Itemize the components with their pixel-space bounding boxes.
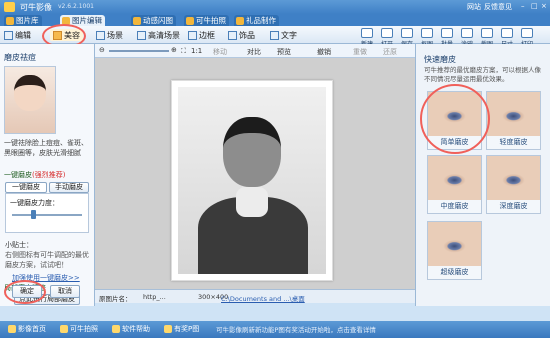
quick-smooth-desc: 可牛推荐的最优磨皮方案，可以根据人像不同情况尽量运用最优效果。 (424, 66, 541, 83)
strength-box: 一键磨皮力度： (5, 193, 89, 233)
canvas-toolbar: ⊖ ⊕ ⛶ 1:1 移动 对比 预览 撤销 重做 还原 (95, 44, 415, 58)
highlight-simple-preset (420, 84, 490, 154)
tool-scene[interactable]: 场景 (96, 29, 123, 41)
tool-frame[interactable]: 边框 (188, 29, 215, 41)
screenshot-icon (481, 28, 493, 38)
tab-gift[interactable]: 礼品制作 (234, 15, 279, 26)
tip-text: 右侧图标有可牛调配的最优磨皮方案，试试吧！ (5, 251, 89, 269)
feedback-link[interactable]: 反馈意见 (484, 2, 512, 12)
home-link[interactable]: 影像首页 (8, 324, 46, 334)
close-button[interactable]: × (541, 2, 547, 10)
panel-title: 磨皮祛痘 (4, 53, 36, 62)
zoom-slider[interactable] (109, 50, 169, 52)
status-bar: 原图片名： http_... 300×400 C:\Documents and … (95, 289, 415, 303)
website-link[interactable]: 网站 (467, 2, 481, 12)
preset-deep[interactable]: 深度磨皮 (486, 155, 541, 214)
cutout-icon (421, 28, 433, 38)
edit-tool-icon (4, 30, 13, 40)
prize-icon (164, 325, 172, 333)
right-panel: 快速磨皮 可牛推荐的最优磨皮方案，可以根据人像不同情况尽量运用最优效果。 简单磨… (415, 44, 550, 306)
app-version: v2.6.2.1001 (58, 3, 94, 10)
tab-animated-gif[interactable]: 动感闪图 (131, 15, 176, 26)
preset-light[interactable]: 轻度磨皮 (486, 91, 541, 150)
section-one-label: 一键磨皮(强烈推荐) (4, 171, 66, 179)
filename-value: http_... (143, 293, 166, 301)
accessory-tool-icon (228, 30, 237, 40)
zoom-in-icon[interactable]: ⊕ (171, 46, 177, 54)
tool-accessory[interactable]: 饰品 (228, 29, 255, 41)
cancel-button[interactable]: 取消 (50, 285, 80, 298)
help-icon (112, 325, 120, 333)
camera-icon (60, 325, 68, 333)
scene-tool-icon (96, 30, 105, 40)
fit-icon[interactable]: ⛶ (181, 47, 186, 56)
preset-super-image (428, 222, 481, 266)
file-path[interactable]: C:\Documents and ...\桌面 (221, 293, 305, 303)
tool-edit[interactable]: 编辑 (4, 29, 31, 41)
gift-icon (236, 16, 244, 25)
strength-slider[interactable] (12, 214, 82, 216)
hd-scene-tool-icon (137, 30, 146, 40)
compare-button[interactable]: 对比 (247, 47, 261, 57)
tab-image-library[interactable]: 图片库 (4, 15, 42, 26)
maximize-button[interactable]: □ (531, 2, 538, 10)
help-link[interactable]: 软件帮助 (112, 324, 150, 334)
gif-icon (133, 16, 141, 25)
one-click-smooth-tab[interactable]: 一键磨皮 (5, 182, 47, 193)
manual-smooth-tab[interactable]: 手动磨皮 (49, 182, 89, 193)
text-tool-icon (270, 30, 279, 40)
prize-link[interactable]: 有奖P图 (164, 324, 199, 334)
preview-button[interactable]: 预览 (277, 47, 291, 57)
doodle-icon (461, 28, 473, 38)
preset-medium-image (428, 156, 481, 200)
move-button[interactable]: 移动 (213, 47, 227, 57)
undo-button[interactable]: 撤销 (317, 47, 331, 57)
redo-button[interactable]: 重做 (353, 47, 367, 57)
tool-hd-scene[interactable]: 高清场景 (137, 29, 180, 41)
batch-icon (441, 28, 453, 38)
strength-label: 一键磨皮力度： (10, 199, 59, 207)
recommend-tag: (强烈推荐) (32, 171, 66, 179)
app-title: 可牛影像 (20, 3, 52, 12)
tab-camera[interactable]: 可牛拍照 (184, 15, 229, 26)
resize-icon (501, 28, 513, 38)
quick-smooth-title: 快速磨皮 (424, 55, 456, 64)
frame-tool-icon (188, 30, 197, 40)
camera-link[interactable]: 可牛拍照 (60, 324, 98, 334)
camera-icon (186, 16, 194, 25)
app-logo-icon (4, 2, 15, 12)
portrait-photo[interactable] (171, 80, 333, 281)
minimize-button[interactable]: – (521, 2, 525, 10)
bottom-bar: 影像首页 可牛拍照 软件帮助 有奖P图 可牛影像刷新新功能P图有奖活动开始啦，点… (0, 321, 550, 338)
zoom-ratio[interactable]: 1:1 (191, 47, 202, 55)
print-icon (521, 28, 533, 38)
restore-button[interactable]: 还原 (383, 47, 397, 57)
tip-title: 小贴士： (5, 241, 33, 249)
new-icon (361, 28, 373, 38)
zoom-out-icon[interactable]: ⊖ (99, 46, 105, 54)
save-icon (401, 28, 413, 38)
left-panel: 磨皮祛痘 一键祛除脸上痘痘、雀斑、黑眼圈等，皮肤光滑细腻 一键磨皮(强烈推荐) … (0, 44, 95, 306)
preset-deep-image (487, 156, 540, 200)
home-icon (8, 325, 16, 333)
main-tabs: 图片库 图片编辑 动感闪图 可牛拍照 礼品制作 (0, 14, 550, 26)
preset-light-image (487, 92, 540, 136)
strength-slider-thumb[interactable] (31, 210, 36, 219)
highlight-ok-button (4, 280, 46, 304)
open-icon (381, 28, 393, 38)
tool-text[interactable]: 文字 (270, 29, 297, 41)
title-bar: 可牛影像 v2.6.2.1001 网站 反馈意见 – □ × (0, 0, 550, 14)
sample-face-image (4, 66, 56, 134)
preset-medium[interactable]: 中度磨皮 (427, 155, 482, 214)
library-icon (6, 16, 14, 25)
feature-description: 一键祛除脸上痘痘、雀斑、黑眼圈等，皮肤光滑细腻 (4, 139, 88, 157)
preset-super[interactable]: 超级磨皮 (427, 221, 482, 280)
filename-label: 原图片名： (99, 295, 132, 303)
news-ticker[interactable]: 可牛影像刷新新功能P图有奖活动开始啦，点击查看详情 (216, 324, 376, 334)
